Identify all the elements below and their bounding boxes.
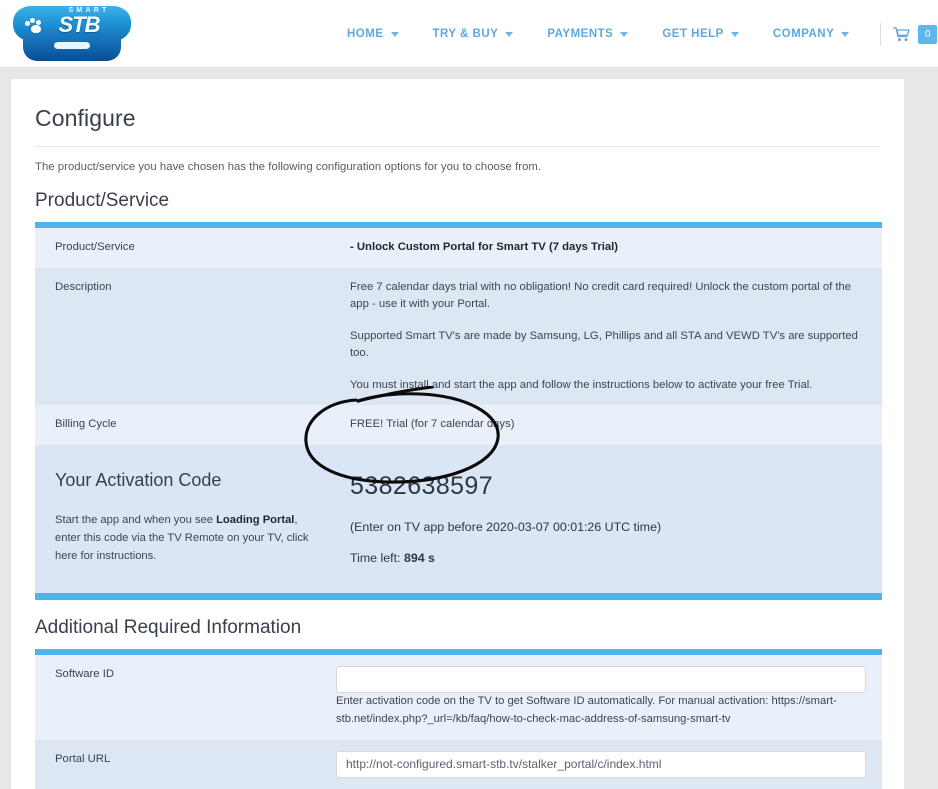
nav-item-try-and-buy[interactable]: TRY & BUY: [416, 28, 531, 40]
chevron-down-icon: [841, 31, 850, 37]
section-bottom-bar: [35, 592, 882, 600]
product-service-section-title: Product/Service: [35, 190, 170, 211]
row-value: FREE! Trial (for 7 calendar days): [330, 405, 882, 445]
product-name-text: - Unlock Custom Portal for Smart TV (7 d…: [350, 241, 619, 253]
chevron-down-icon: [730, 31, 739, 37]
table-row: Portal URL: [35, 739, 882, 789]
activation-code-row: Your Activation Code Start the app and w…: [35, 444, 882, 593]
site-logo[interactable]: SMART STB: [13, 5, 131, 63]
nav-item-label: PAYMENTS: [547, 28, 614, 40]
activation-time-left: Time left: 894 s: [350, 550, 866, 567]
nav-item-label: TRY & BUY: [432, 28, 499, 40]
row-value: - Unlock Custom Portal for Smart TV (7 d…: [330, 225, 882, 268]
additional-info-section-title: Additional Required Information: [35, 616, 302, 638]
chevron-down-icon: [620, 31, 629, 37]
activation-title: Your Activation Code: [55, 469, 222, 490]
nav-item-label: GET HELP: [662, 28, 724, 40]
activation-code-value: 5382638597: [350, 471, 494, 500]
portal-url-input[interactable]: [336, 750, 866, 778]
description-paragraph: You must install and start the app and f…: [350, 378, 813, 391]
row-label: Description: [35, 267, 330, 405]
chevron-down-icon: [390, 31, 399, 37]
intro-text: The product/service you have chosen has …: [35, 161, 542, 173]
shopping-cart-icon: [893, 26, 910, 42]
main-navigation: HOME TRY & BUY PAYMENTS GET HELP COMPANY: [330, 0, 938, 68]
additional-info-table: Software ID Enter activation code on the…: [35, 648, 882, 789]
nav-item-company[interactable]: COMPANY: [756, 28, 866, 40]
activation-instructions: Start the app and when you see Loading P…: [55, 512, 314, 566]
logo-stb-text: STB: [58, 12, 101, 37]
table-row: Product/Service - Unlock Custom Portal f…: [35, 225, 882, 268]
time-left-label: Time left:: [350, 550, 404, 565]
title-divider: [35, 146, 880, 147]
table-row: Software ID Enter activation code on the…: [35, 651, 882, 740]
time-left-value: 894 s: [403, 550, 435, 565]
activation-left-cell: Your Activation Code Start the app and w…: [35, 444, 330, 593]
nav-item-home[interactable]: HOME: [330, 28, 416, 40]
description-paragraph: Free 7 calendar days trial with no oblig…: [350, 280, 852, 311]
product-service-table: Product/Service - Unlock Custom Portal f…: [35, 222, 882, 593]
row-label: Billing Cycle: [35, 405, 330, 445]
nav-item-get-help[interactable]: GET HELP: [645, 28, 756, 40]
software-id-help-text: Enter activation code on the TV to get S…: [336, 694, 837, 725]
chevron-down-icon: [505, 31, 514, 37]
description-paragraph: Supported Smart TV's are made by Samsung…: [350, 329, 858, 360]
row-label: Product/Service: [35, 225, 330, 268]
activation-deadline: (Enter on TV app before 2020-03-07 00:01…: [350, 520, 662, 535]
nav-divider: [880, 23, 882, 45]
loading-portal-text: Loading Portal: [216, 514, 295, 527]
table-row: Description Free 7 calendar days trial w…: [35, 267, 882, 405]
cart-button[interactable]: 0: [893, 24, 938, 44]
row-value: Enter activation code on the TV to get S…: [316, 651, 882, 740]
site-header: SMART STB HOME TRY & BUY PAYMENTS GET HE…: [0, 0, 938, 68]
row-label: Software ID: [35, 651, 316, 740]
activation-instructions-part1: Start the app and when you see: [55, 514, 217, 527]
page-title: Configure: [35, 105, 136, 131]
table-row: Billing Cycle FREE! Trial (for 7 calenda…: [35, 405, 882, 445]
nav-item-label: HOME: [347, 28, 384, 40]
content-card: Configure The product/service you have c…: [10, 78, 905, 789]
row-value: Free 7 calendar days trial with no oblig…: [330, 267, 882, 405]
nav-item-label: COMPANY: [772, 28, 835, 40]
nav-item-payments[interactable]: PAYMENTS: [530, 28, 645, 40]
row-value: [316, 739, 882, 789]
software-id-input[interactable]: [336, 665, 866, 693]
activation-right-cell: 5382638597 (Enter on TV app before 2020-…: [330, 444, 882, 593]
row-label: Portal URL: [35, 739, 316, 789]
cart-count-badge: 0: [918, 24, 938, 44]
